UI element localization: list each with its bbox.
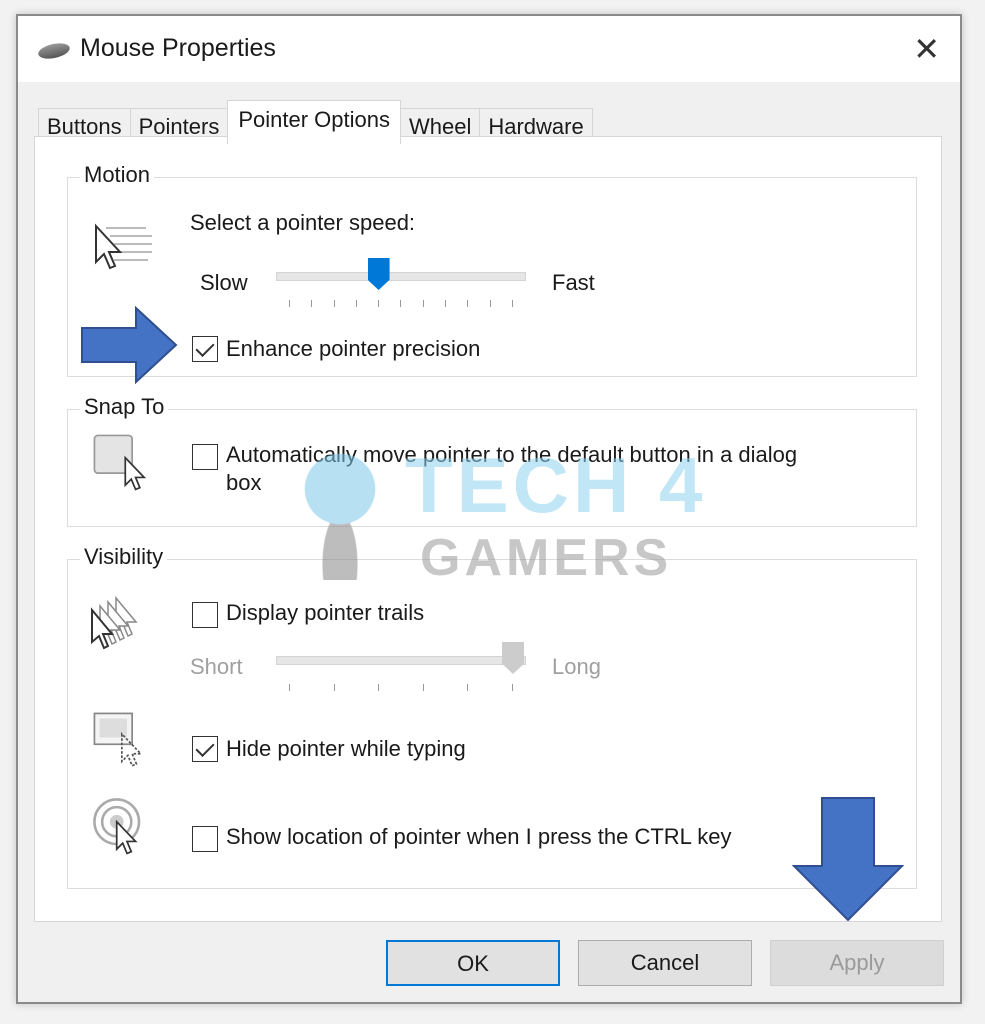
show-location-checkbox[interactable] [192,826,218,852]
title-bar: Mouse Properties ✕ [18,16,960,82]
snap-to-label-line1[interactable]: Automatically move pointer to the defaul… [226,442,797,468]
trails-ticks [289,684,513,691]
visibility-group: Visibility Display pointer trails Short … [67,544,917,889]
enhance-precision-label[interactable]: Enhance pointer precision [226,336,480,362]
speed-ticks [289,300,513,307]
pointer-trails-checkbox[interactable] [192,602,218,628]
slow-label: Slow [200,270,248,295]
snap-to-group: Snap To Automatically move pointer to th… [67,394,917,527]
apply-button[interactable]: Apply [770,940,944,986]
speed-track[interactable] [276,272,526,281]
fast-label: Fast [552,270,595,295]
hide-pointer-label[interactable]: Hide pointer while typing [226,736,466,762]
pointer-speed-icon [95,223,152,270]
visibility-label: Visibility [80,544,168,570]
window-title: Mouse Properties [80,34,276,62]
tab-pointer-options[interactable]: Pointer Options [227,100,401,144]
snap-to-checkbox[interactable] [192,444,218,470]
long-label: Long [552,654,601,679]
snap-to-icon [93,434,147,491]
close-icon[interactable]: ✕ [913,30,940,68]
annotation-arrow-down-icon [792,797,904,922]
hide-pointer-checkbox[interactable] [192,736,218,762]
enhance-precision-checkbox[interactable] [192,336,218,362]
show-location-icon [93,798,141,855]
motion-label: Motion [80,162,155,188]
speed-thumb[interactable] [367,258,390,290]
ok-button[interactable]: OK [386,940,560,986]
short-label: Short [190,654,243,679]
motion-group: Motion Select a pointer speed: Slow Fast… [67,162,917,377]
annotation-arrow-right-icon [81,306,178,384]
trails-track [276,656,526,665]
pointer-trails-label[interactable]: Display pointer trails [226,600,424,626]
pointer-trails-icon [91,595,138,650]
snap-to-label: Snap To [80,394,169,420]
speed-label: Select a pointer speed: [190,210,416,235]
mouse-icon [36,40,72,62]
trails-thumb [502,642,524,674]
snap-to-label-line2[interactable]: box [226,470,261,496]
hide-pointer-icon [93,712,143,767]
cancel-button[interactable]: Cancel [578,940,752,986]
show-location-label[interactable]: Show location of pointer when I press th… [226,824,731,850]
